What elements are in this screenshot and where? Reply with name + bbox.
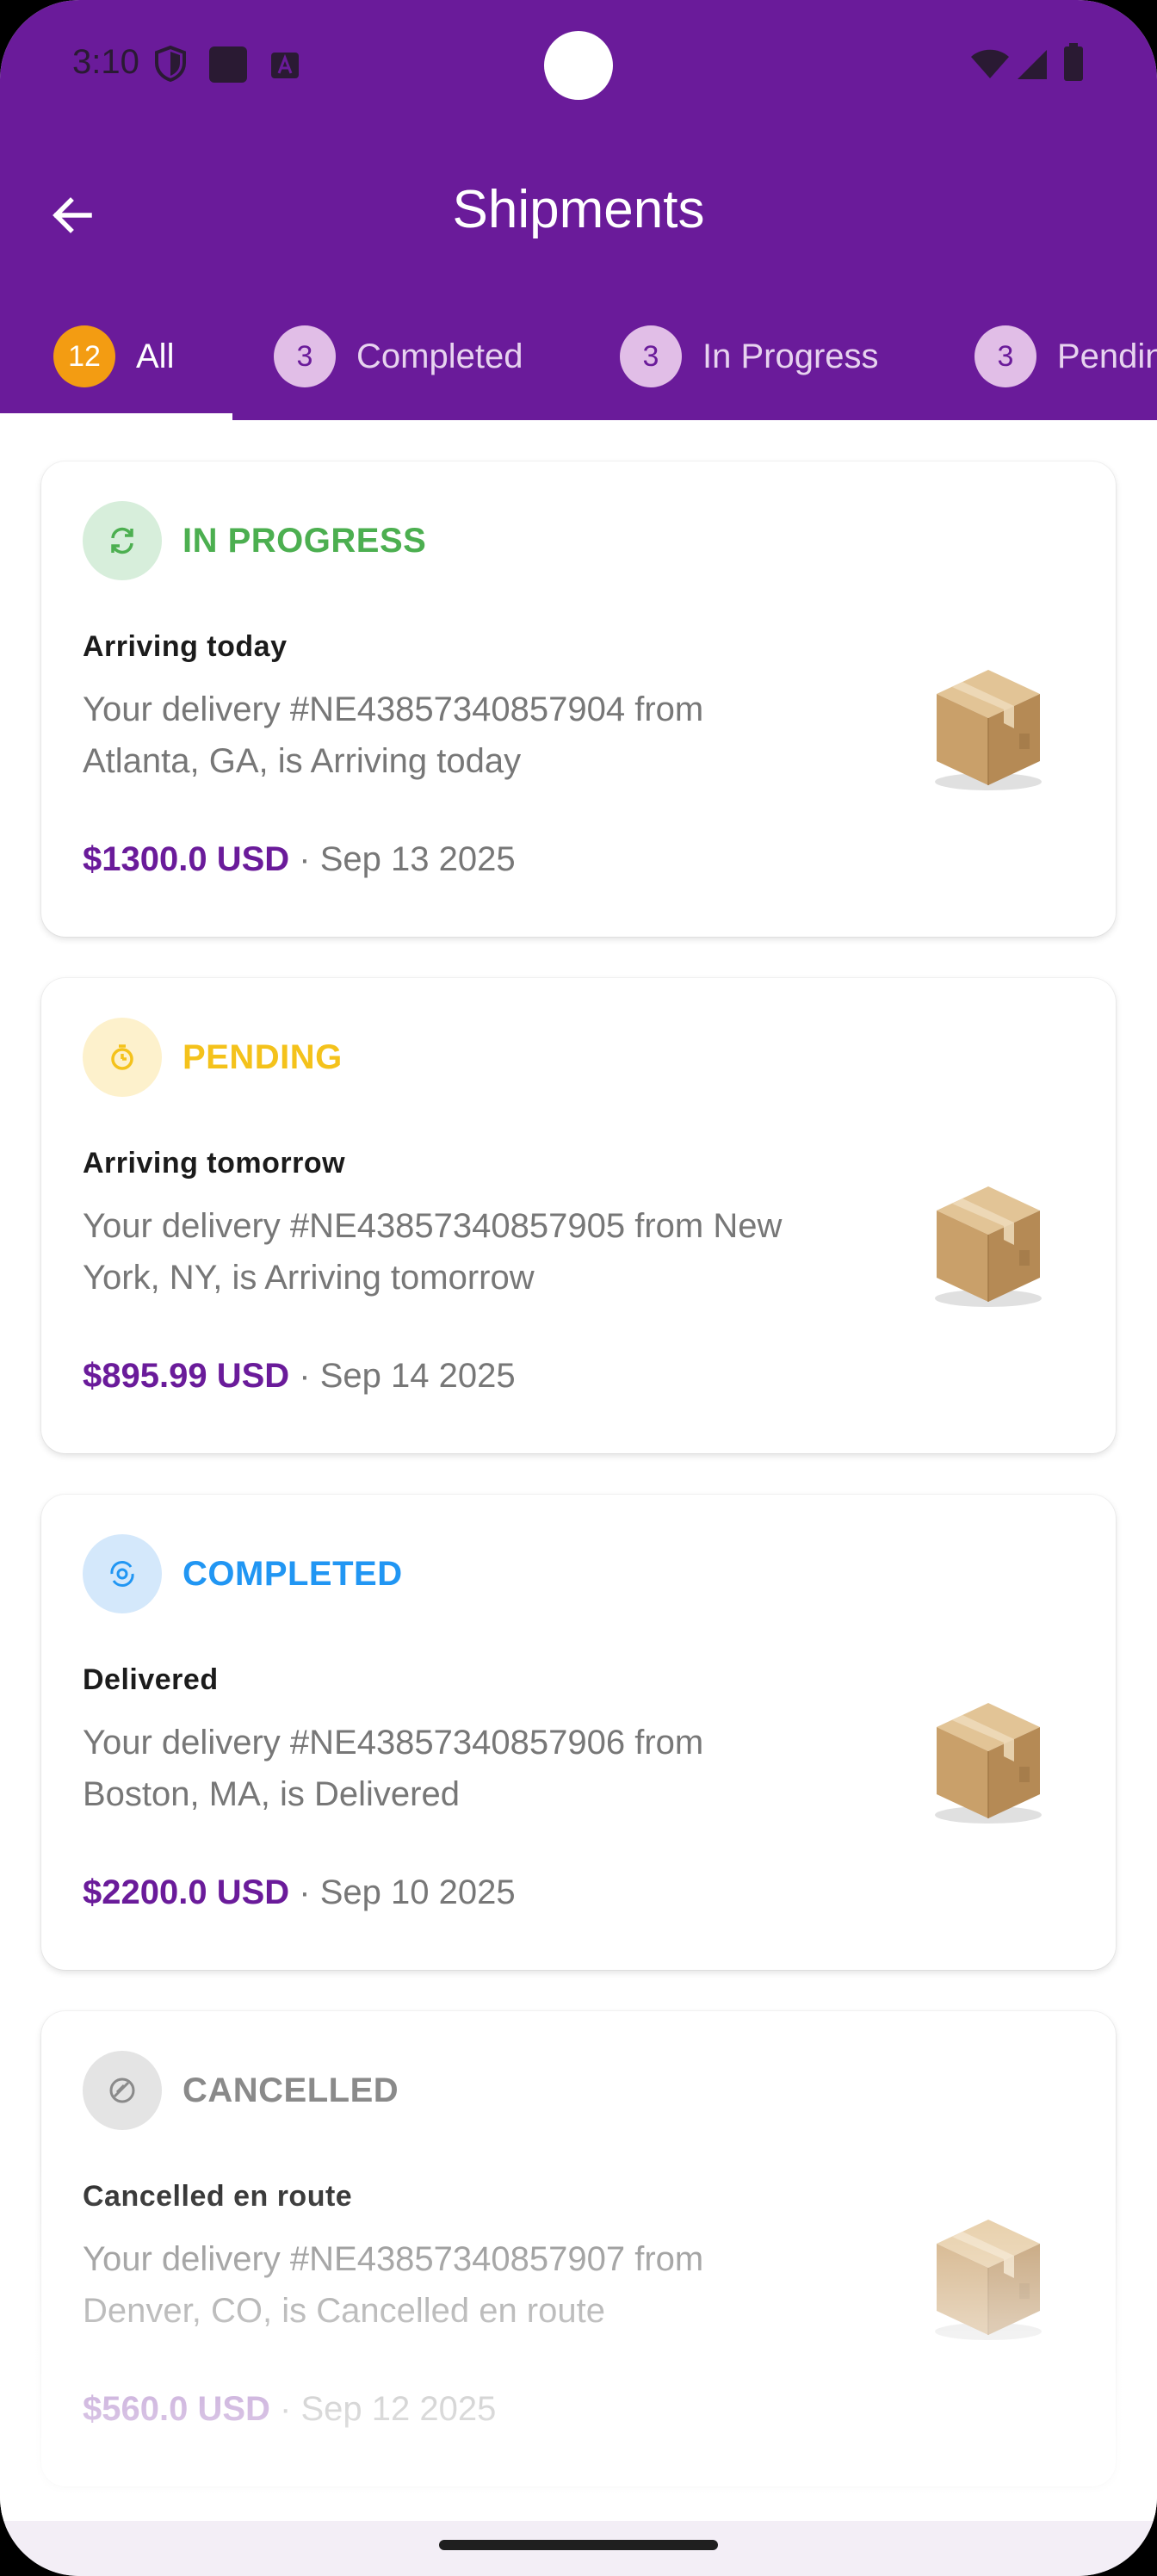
shield-icon — [155, 45, 186, 83]
status-icon-circle — [83, 501, 162, 580]
shipment-price: $895.99 USD — [83, 1357, 290, 1395]
shipment-price: $2200.0 USD — [83, 1873, 290, 1911]
shipment-card[interactable]: PENDING Arriving tomorrow Your delivery … — [41, 978, 1116, 1453]
front-camera — [544, 31, 613, 100]
tab-label: Pending — [1057, 337, 1157, 375]
tab-count-badge: 12 — [53, 325, 115, 387]
tab-in-progress[interactable]: 3 In Progress — [620, 293, 879, 420]
shipment-date: Sep 10 2025 — [319, 1873, 516, 1911]
status-label: CANCELLED — [183, 2071, 399, 2109]
shipment-footer: $1300.0 USD · Sep 13 2025 — [83, 840, 516, 879]
shipment-description: Your delivery #NE43857340857904 from Atl… — [83, 690, 704, 780]
cardboard-box-icon — [935, 1703, 1042, 1824]
shipment-card[interactable]: IN PROGRESS Arriving today Your delivery… — [41, 461, 1116, 937]
shipment-description: Your delivery #NE43857340857906 from Bos… — [83, 1724, 704, 1813]
sync-icon — [111, 527, 133, 554]
signal-icon — [1018, 50, 1047, 79]
separator: · — [269, 2390, 301, 2428]
status-icon-circle — [83, 2051, 162, 2130]
tab-pending[interactable]: 3 Pending — [974, 293, 1157, 420]
tab-count-badge: 3 — [274, 325, 336, 387]
tab-count-badge: 3 — [974, 325, 1036, 387]
tab-label: All — [136, 337, 175, 375]
status-label: COMPLETED — [183, 1554, 403, 1593]
status-chip: IN PROGRESS — [83, 501, 426, 580]
cardboard-box-icon — [935, 1186, 1042, 1307]
page-title: Shipments — [452, 180, 705, 239]
status-label: IN PROGRESS — [183, 521, 427, 560]
active-tab-indicator — [0, 413, 232, 420]
separator: · — [289, 840, 320, 878]
shipment-footer: $2200.0 USD · Sep 10 2025 — [83, 1873, 516, 1912]
a-badge-icon — [271, 53, 299, 78]
shipment-heading: Cancelled en route — [83, 2180, 353, 2213]
status-chip: PENDING — [83, 1018, 343, 1097]
app-square-icon — [209, 46, 247, 83]
wifi-icon — [971, 49, 1009, 78]
app-bar: 3:10 Shipments 12 All 3 Completed 3 In P… — [0, 0, 1157, 420]
status-tabs: 12 All 3 Completed 3 In Progress 3 Pendi… — [0, 293, 1157, 420]
tab-all[interactable]: 12 All — [53, 293, 174, 420]
shipment-card[interactable]: COMPLETED Delivered Your delivery #NE438… — [41, 1495, 1116, 1970]
status-label: PENDING — [183, 1037, 343, 1076]
tab-completed[interactable]: 3 Completed — [274, 293, 523, 420]
status-bar: 3:10 — [0, 0, 1157, 129]
cardboard-box-icon — [935, 2220, 1042, 2340]
tab-label: Completed — [356, 337, 523, 375]
cancel-icon — [109, 2078, 135, 2103]
status-chip: CANCELLED — [83, 2051, 399, 2130]
shipment-description: Your delivery #NE43857340857907 from Den… — [83, 2240, 704, 2330]
status-chip: COMPLETED — [83, 1534, 403, 1613]
home-indicator[interactable] — [439, 2540, 718, 2550]
tab-count-badge: 3 — [620, 325, 682, 387]
separator: · — [289, 1357, 320, 1395]
shipment-heading: Arriving tomorrow — [83, 1147, 346, 1180]
status-icon-circle — [83, 1018, 162, 1097]
shipment-description: Your delivery #NE43857340857905 from New… — [83, 1207, 783, 1297]
cardboard-box-icon — [935, 670, 1042, 790]
shipment-heading: Delivered — [83, 1663, 219, 1696]
tab-label: In Progress — [702, 337, 879, 375]
toolbar: Shipments — [0, 129, 1157, 293]
shipment-date: Sep 14 2025 — [319, 1357, 516, 1395]
shipment-footer: $560.0 USD · Sep 12 2025 — [83, 2390, 496, 2429]
shipment-date: Sep 12 2025 — [300, 2390, 497, 2428]
shipment-price: $1300.0 USD — [83, 840, 290, 878]
check-cycle-icon — [110, 1561, 134, 1587]
status-time: 3:10 — [72, 43, 139, 81]
shipment-list[interactable]: IN PROGRESS Arriving today Your delivery… — [0, 420, 1157, 2521]
shipment-card[interactable]: CANCELLED Cancelled en route Your delive… — [41, 2011, 1116, 2486]
shipment-footer: $895.99 USD · Sep 14 2025 — [83, 1357, 516, 1396]
battery-icon — [1064, 43, 1083, 81]
shipment-price: $560.0 USD — [83, 2390, 270, 2428]
shipment-heading: Arriving today — [83, 630, 288, 663]
shipment-date: Sep 13 2025 — [319, 840, 516, 878]
phone-screen: 3:10 Shipments 12 All 3 Completed 3 In P… — [0, 0, 1157, 2576]
separator: · — [289, 1873, 320, 1911]
status-icon-circle — [83, 1534, 162, 1613]
timer-icon — [111, 1044, 133, 1070]
